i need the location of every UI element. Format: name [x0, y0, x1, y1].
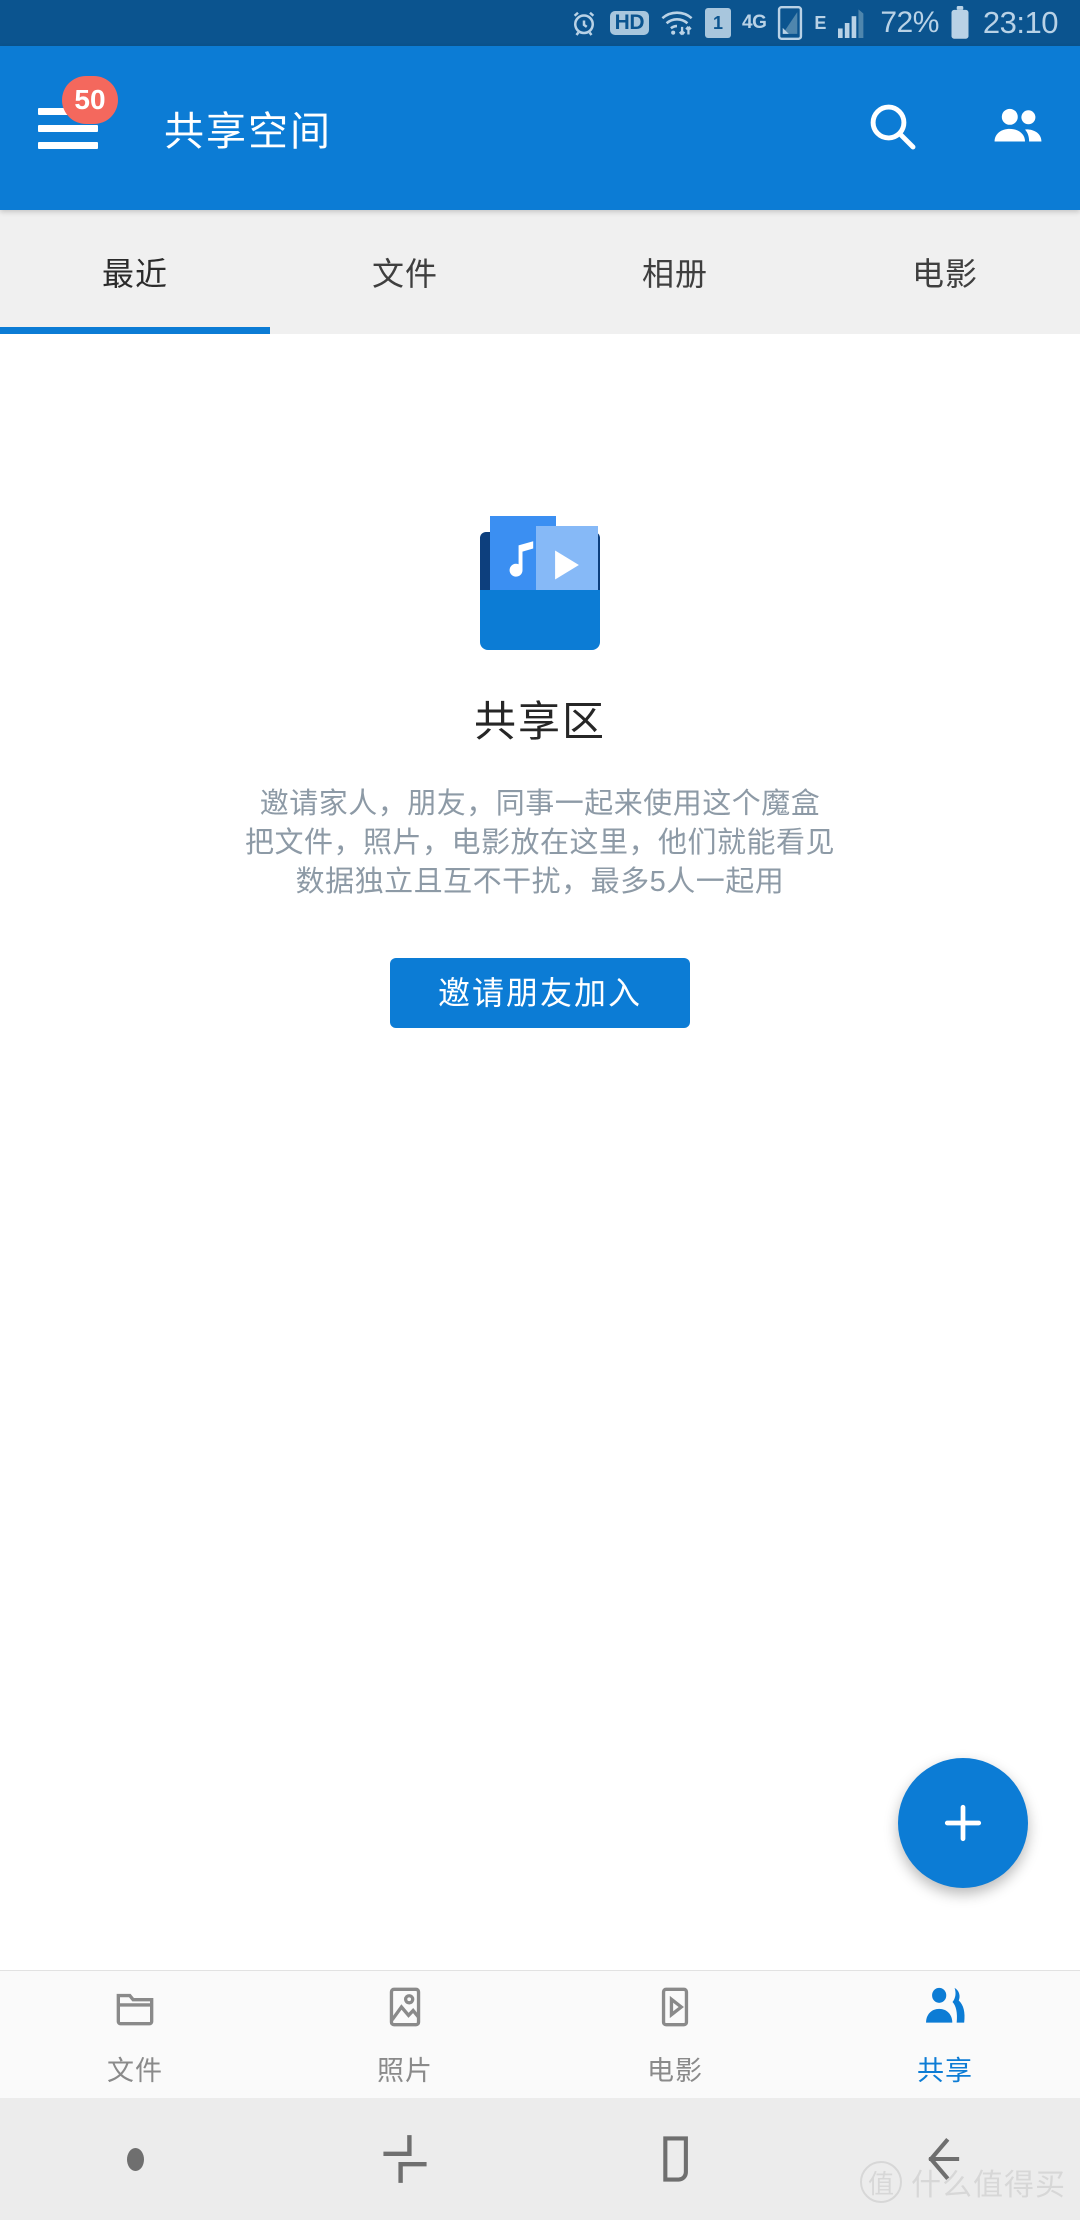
menu-badge: 50 — [62, 76, 118, 124]
hd-icon: HD — [609, 11, 649, 35]
alarm-icon — [569, 8, 599, 38]
home-button[interactable] — [540, 2130, 810, 2188]
photo-icon — [380, 1982, 430, 2037]
watermark-text: 什么值得买 — [911, 2169, 1066, 2202]
watermark-logo: 值 — [860, 2161, 902, 2203]
search-icon — [864, 98, 920, 159]
nav-label-movies: 电影 — [647, 2055, 703, 2086]
add-fab-button[interactable] — [898, 1758, 1028, 1888]
recents-button[interactable] — [270, 2128, 540, 2190]
tab-indicator — [0, 327, 270, 334]
app-bar-actions — [860, 96, 1050, 160]
shared-folder-media-icon — [472, 504, 608, 650]
description-line-3: 数据独立且互不干扰，最多5人一起用 — [295, 866, 785, 898]
battery-icon — [950, 6, 970, 40]
tab-albums[interactable]: 相册 — [540, 210, 810, 334]
invite-friends-button[interactable]: 邀请朋友加入 — [389, 958, 690, 1028]
watermark: 值 什么值得买 — [860, 2160, 1066, 2204]
recents-icon — [383, 2135, 427, 2183]
system-navigation-bar: 值 什么值得买 — [0, 2098, 1080, 2220]
app-bar: 50 共享空间 — [0, 46, 1080, 210]
tab-movies[interactable]: 电影 — [810, 210, 1080, 334]
bottom-navigation: 文件 照片 电影 共享 — [0, 1970, 1080, 2098]
nav-item-photos[interactable]: 照片 — [270, 1982, 540, 2088]
folder-icon — [110, 1982, 160, 2037]
nav-label-shared: 共享 — [917, 2055, 973, 2086]
indicator-dot — [0, 2147, 270, 2171]
cellular-signal-icon — [837, 8, 869, 38]
nav-item-shared[interactable]: 共享 — [810, 1982, 1080, 2088]
nav-item-movies[interactable]: 电影 — [540, 1982, 810, 2088]
members-button[interactable] — [986, 96, 1050, 160]
home-icon — [663, 2136, 688, 2182]
status-bar: HD 1 4G E 72% 23:10 — [0, 0, 1080, 46]
tab-files[interactable]: 文件 — [270, 210, 540, 334]
battery-percent-label: 72% — [880, 6, 939, 39]
people-icon — [989, 97, 1047, 160]
nav-item-files[interactable]: 文件 — [0, 1982, 270, 2088]
movie-icon — [650, 1982, 700, 2037]
empty-state-title: 共享区 — [473, 698, 606, 745]
4g-icon: 4G — [742, 12, 767, 33]
clock-label: 23:10 — [982, 5, 1059, 40]
sim-signal-icon — [777, 6, 803, 40]
nav-label-photos: 照片 — [377, 2055, 433, 2086]
empty-state-panel: 共享区 邀请家人，朋友，同事一起来使用这个魔盒 把文件，照片，电影放在这里，他们… — [0, 334, 1080, 1970]
tab-recent[interactable]: 最近 — [0, 210, 270, 334]
description-line-1: 邀请家人，朋友，同事一起来使用这个魔盒 — [259, 788, 821, 820]
plus-icon — [944, 1804, 982, 1842]
search-button[interactable] — [860, 96, 924, 160]
tab-strip: 最近 文件 相册 电影 — [0, 210, 1080, 334]
wifi-icon — [660, 9, 694, 37]
menu-button[interactable]: 50 — [30, 76, 118, 166]
nav-label-files: 文件 — [107, 2055, 163, 2086]
edge-icon: E — [814, 12, 827, 33]
page-title: 共享空间 — [164, 110, 332, 154]
description-line-2: 把文件，照片，电影放在这里，他们就能看见 — [244, 827, 835, 859]
empty-state-description: 邀请家人，朋友，同事一起来使用这个魔盒 把文件，照片，电影放在这里，他们就能看见… — [245, 785, 835, 902]
phone-screen: HD 1 4G E 72% 23:10 50 共享空间 最近 文件 相册 电影 … — [0, 0, 1080, 2220]
sim1-icon: 1 — [705, 8, 731, 38]
people-icon — [919, 1982, 971, 2037]
